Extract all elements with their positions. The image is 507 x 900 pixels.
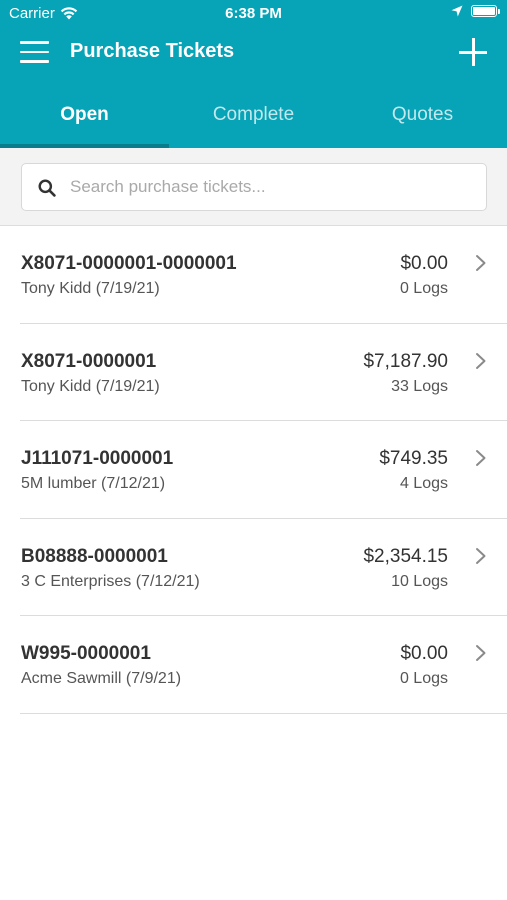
chevron-right-icon [476, 255, 486, 271]
tab-bar: Open Complete Quotes [0, 88, 507, 148]
chevron-right-icon [476, 450, 486, 466]
ticket-amount: $2,354.15 [363, 545, 448, 567]
search-area [0, 148, 507, 226]
ticket-amount: $749.35 [379, 448, 448, 469]
ticket-id: X8071-0000001 [21, 350, 157, 372]
ticket-subtitle: Tony Kidd (7/19/21) [21, 377, 160, 395]
search-box[interactable] [21, 163, 487, 211]
ticket-amount: $0.00 [400, 253, 448, 274]
chevron-right-icon [476, 547, 486, 564]
tab-quotes[interactable]: Quotes [338, 88, 507, 148]
list-item[interactable]: J111071-0000001 5M lumber (7/12/21) $749… [0, 421, 507, 519]
page-title: Purchase Tickets [70, 40, 235, 62]
search-icon [38, 179, 56, 197]
ticket-logs: 33 Logs [391, 377, 448, 395]
ticket-subtitle: 3 C Enterprises (7/12/21) [21, 572, 200, 590]
ticket-logs: 10 Logs [391, 572, 448, 590]
status-bar: Carrier 6:38 PM [0, 0, 507, 28]
search-input[interactable] [70, 164, 470, 210]
ticket-subtitle: 5M lumber (7/12/21) [21, 475, 166, 492]
chevron-right-icon [476, 352, 486, 369]
ticket-id: J111071-0000001 [21, 448, 174, 469]
status-time: 6:38 PM [225, 5, 282, 22]
ticket-amount: $0.00 [400, 643, 448, 664]
navigation-bar: Purchase Tickets [0, 28, 507, 78]
ticket-subtitle: Acme Sawmill (7/9/21) [21, 670, 182, 687]
chevron-right-icon [476, 645, 486, 661]
tab-complete[interactable]: Complete [169, 88, 338, 148]
ticket-logs: 4 Logs [399, 475, 448, 492]
hamburger-menu-icon[interactable] [20, 41, 50, 63]
ticket-logs: 0 Logs [399, 670, 448, 687]
status-indicators [451, 5, 500, 17]
tab-open[interactable]: Open [0, 88, 169, 148]
list-item[interactable]: B08888-0000001 3 C Enterprises (7/12/21)… [0, 519, 507, 616]
ticket-list: X8071-0000001-0000001 Tony Kidd (7/19/21… [0, 226, 507, 714]
app-header: Carrier 6:38 PM Purchase Tickets Open Co… [0, 0, 507, 148]
ticket-id: W995-0000001 [21, 643, 151, 664]
row-divider [20, 712, 507, 714]
ticket-id: B08888-0000001 [21, 545, 168, 567]
location-arrow-icon [451, 5, 463, 17]
list-item[interactable]: X8071-0000001-0000001 Tony Kidd (7/19/21… [0, 226, 507, 324]
ticket-subtitle: Tony Kidd (7/19/21) [21, 280, 160, 297]
ticket-amount: $7,187.90 [363, 350, 448, 372]
list-item[interactable]: X8071-0000001 Tony Kidd (7/19/21) $7,187… [0, 324, 507, 421]
ticket-id: X8071-0000001-0000001 [21, 253, 237, 274]
plus-icon[interactable] [459, 38, 487, 66]
battery-icon [471, 5, 500, 17]
list-item[interactable]: W995-0000001 Acme Sawmill (7/9/21) $0.00… [0, 616, 507, 714]
ticket-logs: 0 Logs [399, 280, 448, 297]
